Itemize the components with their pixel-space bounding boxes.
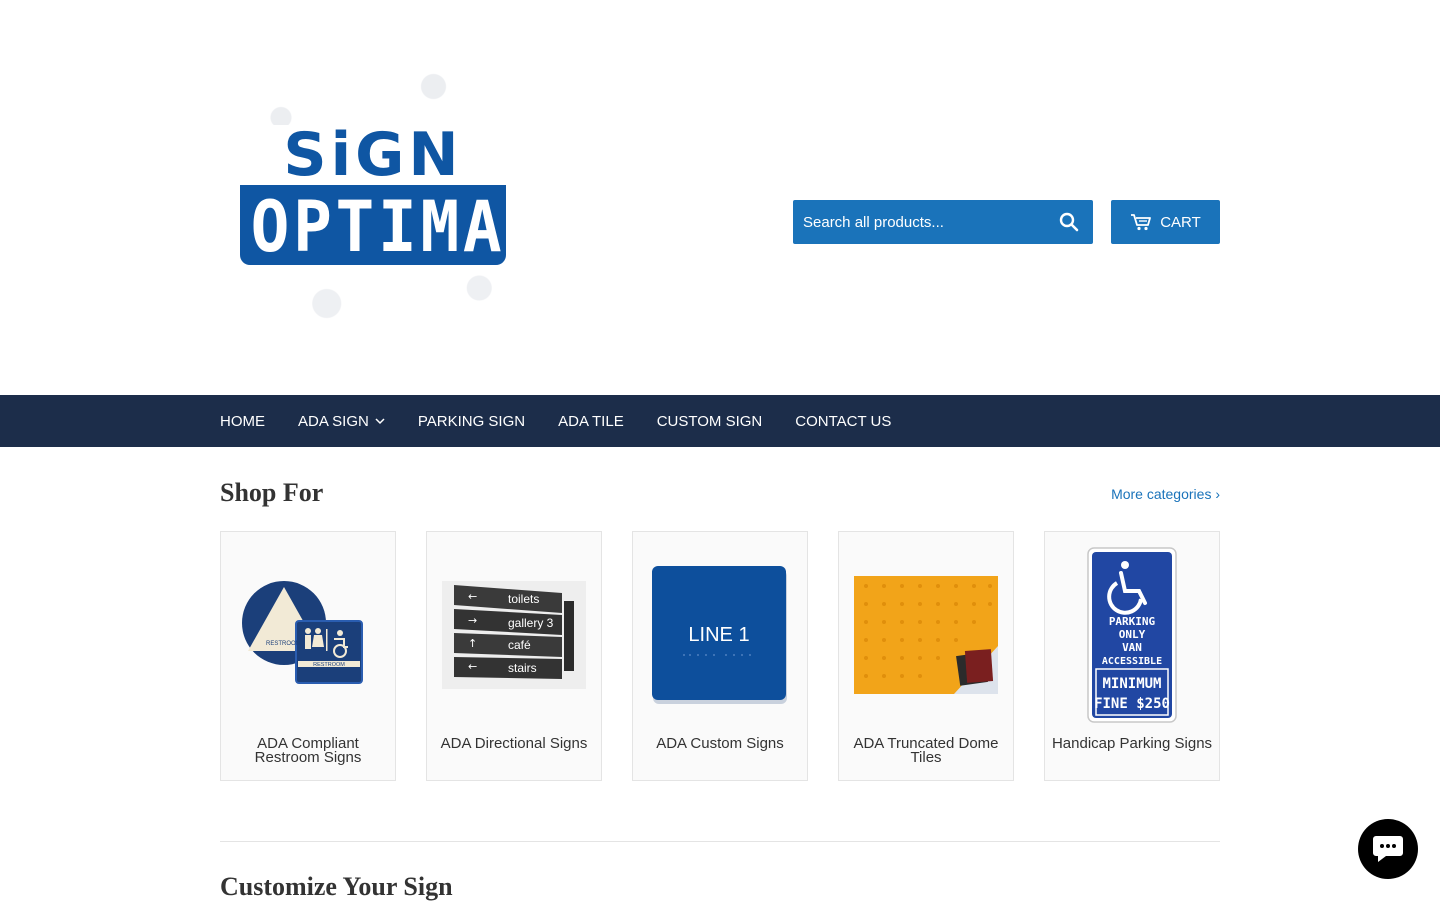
chevron-down-icon — [375, 417, 385, 424]
site-logo[interactable]: SiGN OPTIMA — [220, 40, 525, 350]
parking-sign-line: ACCESSIBLE — [1102, 656, 1162, 667]
category-card-custom[interactable]: LINE 1 ADA Custom Signs — [632, 531, 808, 781]
directional-sign-image: toilets gallery 3 café stairs ← → ↑ ← — [442, 581, 586, 689]
restroom-sign-text: RESTROOM — [313, 662, 345, 668]
product-image: PARKING ONLY VAN ACCESSIBLE MINIMUM FINE… — [1060, 547, 1204, 723]
nav-item-ada-tile[interactable]: ADA TILE — [558, 413, 624, 430]
more-categories-link[interactable]: More categories › — [1111, 486, 1220, 502]
nav-item-ada-sign[interactable]: ADA SIGN — [298, 413, 385, 430]
parking-sign-line: FINE $250 — [1094, 696, 1170, 712]
main-nav: HOME ADA SIGN PARKING SIGN ADA TILE CUST… — [0, 395, 1440, 447]
category-card-label: ADA Truncated Dome Tiles — [853, 735, 999, 766]
dome-tile-image — [854, 576, 998, 694]
cart-button[interactable]: CART — [1111, 200, 1220, 244]
parking-sign-line: ONLY — [1119, 628, 1146, 641]
search-button[interactable] — [1045, 200, 1093, 244]
nav-label: PARKING SIGN — [417, 412, 526, 430]
search-icon — [1059, 212, 1079, 232]
category-card-directional[interactable]: toilets gallery 3 café stairs ← → ↑ ← ADA D… — [426, 531, 602, 781]
product-image: RESTROOM RESTROOM — [236, 547, 380, 723]
nav-item-custom-sign[interactable]: CUSTOM SIGN — [657, 413, 763, 430]
parking-sign-line: PARKING — [1109, 615, 1156, 628]
chat-button[interactable] — [1358, 819, 1418, 879]
search-bar — [793, 200, 1093, 244]
custom-sign-image: LINE 1 — [652, 566, 787, 704]
nav-item-parking-sign[interactable]: PARKING SIGN — [418, 413, 525, 430]
cart-label: CART — [1160, 213, 1201, 231]
svg-text:→: → — [468, 614, 477, 627]
directional-row-2: gallery 3 — [508, 616, 554, 630]
category-card-label: ADA Compliant Restroom Signs — [254, 735, 362, 766]
restroom-sign-image: RESTROOM RESTROOM — [242, 581, 363, 684]
logo-wordmark-top: SiGN — [240, 125, 506, 185]
cart-icon — [1131, 214, 1152, 231]
category-card-restroom[interactable]: RESTROOM RESTROOM ADA Compliant Restroom… — [220, 531, 396, 781]
nav-item-home[interactable]: HOME — [220, 413, 265, 430]
nav-label: HOME — [220, 412, 265, 430]
nav-label: CUSTOM SIGN — [656, 412, 763, 430]
product-image — [854, 547, 998, 723]
product-image: toilets gallery 3 café stairs ← → ↑ ← — [442, 547, 586, 723]
parking-sign-line: VAN — [1122, 641, 1142, 654]
chat-icon — [1373, 836, 1403, 862]
shop-for-title: Shop For — [220, 478, 324, 507]
svg-text:↑: ↑ — [468, 637, 477, 650]
restroom-sign-text-2: RESTROOM — [266, 641, 301, 647]
parking-sign-line: MINIMUM — [1102, 676, 1161, 692]
svg-text:←: ← — [468, 660, 477, 673]
directional-row-3: café — [508, 638, 531, 652]
site-header: SiGN OPTIMA CART — [0, 0, 1440, 395]
category-card-label: ADA Directional Signs — [440, 735, 588, 752]
customize-section-title: Customize Your Sign — [220, 872, 453, 901]
logo-wordmark-bottom: OPTIMA — [250, 186, 506, 268]
search-input[interactable] — [793, 200, 1043, 244]
parking-sign-image: PARKING ONLY VAN ACCESSIBLE MINIMUM FINE… — [1087, 547, 1177, 723]
section-divider — [220, 841, 1220, 842]
nav-label: CONTACT US — [795, 412, 892, 430]
category-card-label: ADA Custom Signs — [656, 735, 784, 752]
directional-row-4: stairs — [508, 661, 537, 675]
category-card-dome-tiles[interactable]: ADA Truncated Dome Tiles — [838, 531, 1014, 781]
nav-label: ADA SIGN — [298, 412, 369, 430]
category-card-label: Handicap Parking Signs — [1051, 735, 1213, 752]
directional-row-1: toilets — [508, 592, 539, 606]
nav-item-contact-us[interactable]: CONTACT US — [795, 413, 891, 430]
product-image: LINE 1 — [648, 547, 792, 723]
category-card-parking[interactable]: PARKING ONLY VAN ACCESSIBLE MINIMUM FINE… — [1044, 531, 1220, 781]
custom-sign-text: LINE 1 — [688, 624, 749, 646]
category-grid: RESTROOM RESTROOM ADA Compliant Restroom… — [220, 531, 1220, 781]
nav-label: ADA TILE — [558, 412, 624, 430]
svg-text:←: ← — [468, 590, 477, 603]
